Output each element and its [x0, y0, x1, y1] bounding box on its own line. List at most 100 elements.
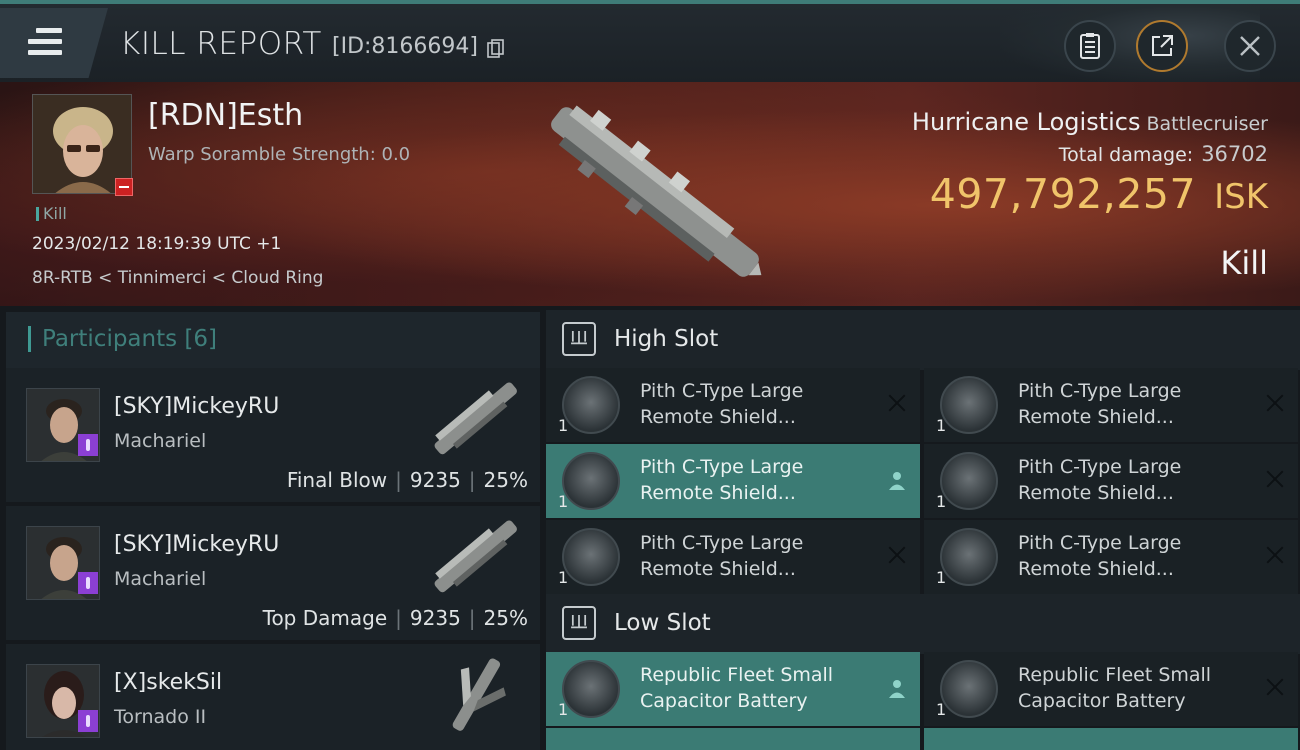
module-name-line2: Remote Shield...	[1018, 406, 1174, 428]
result-label: Kill	[1220, 244, 1268, 282]
ship-name[interactable]: Hurricane Logistics	[912, 108, 1141, 136]
stats-divider: |	[468, 468, 476, 492]
shield-module-icon	[562, 376, 620, 434]
module-name-line2: Remote Shield...	[1018, 558, 1174, 580]
low-slot-icon	[562, 606, 596, 640]
clipboard-icon	[1080, 33, 1100, 59]
participant-name[interactable]: [SKY]MickeyRU	[114, 394, 279, 419]
module-name-line2: Remote Shield...	[640, 406, 796, 428]
corp-badge[interactable]	[78, 572, 98, 594]
kill-location[interactable]: 8R-RTB < Tinnimerci < Cloud Ring	[32, 268, 323, 288]
shield-module-icon	[940, 528, 998, 586]
victim-ship-image[interactable]	[520, 92, 790, 292]
module-name-line1: Pith C-Type Large	[640, 380, 804, 402]
participant-ship: Tornado II	[114, 706, 207, 728]
top-bar: KILL REPORT [ID:8166694]	[0, 0, 1300, 84]
shield-module-icon	[562, 528, 620, 586]
capacitor-battery-icon	[940, 660, 998, 718]
participant-name[interactable]: [SKY]MickeyRU	[114, 532, 279, 557]
participant-damage: 9235	[409, 606, 461, 630]
stats-divider: |	[468, 606, 476, 630]
module-name: Pith C-Type Large Remote Shield...	[1018, 530, 1238, 582]
module-name-line1: Pith C-Type Large	[1018, 532, 1182, 554]
participant-stats: Final Blow | 9235 | 25%	[287, 468, 528, 492]
corp-badge[interactable]	[78, 434, 98, 456]
victim-banner: [RDN]Esth Warp Soramble Strength: 0.0 Ki…	[0, 82, 1300, 306]
module-item[interactable]: 1 Pith C-Type Large Remote Shield...	[924, 368, 1298, 442]
participant-ship-image[interactable]	[420, 650, 530, 740]
module-name-line1: Republic Fleet Small	[1018, 664, 1212, 686]
module-item[interactable]: 1 Pith C-Type Large Remote Shield...	[546, 368, 920, 442]
participant-ship-image[interactable]	[420, 512, 530, 602]
isk-amount: 497,792,257	[929, 170, 1197, 218]
participant-percent: 25%	[483, 606, 528, 630]
participant-ship: Machariel	[114, 430, 207, 452]
copy-icon[interactable]	[487, 39, 505, 59]
isk-unit: ISK	[1214, 177, 1268, 217]
total-damage-value: 36702	[1201, 142, 1268, 166]
high-slot-icon	[562, 322, 596, 356]
dropped-person-icon	[889, 680, 905, 698]
module-name-line2: Remote Shield...	[640, 558, 796, 580]
participant-ship: Machariel	[114, 568, 207, 590]
module-name: Pith C-Type Large Remote Shield...	[640, 530, 860, 582]
module-name-line1: Pith C-Type Large	[640, 532, 804, 554]
module-quantity: 1	[558, 416, 569, 435]
participant-percent: 25%	[483, 468, 528, 492]
module-item[interactable]: 1 Republic Fleet Small Capacitor Battery	[924, 652, 1298, 726]
kill-tag: Kill	[36, 204, 67, 223]
module-quantity: 1	[936, 568, 947, 587]
standing-badge[interactable]	[115, 178, 133, 196]
total-damage: Total damage: 36702	[1059, 142, 1268, 166]
module-name: Pith C-Type Large Remote Shield...	[1018, 378, 1238, 430]
high-slot-title: High Slot	[614, 326, 719, 352]
module-item-partial[interactable]	[546, 728, 920, 750]
clipboard-button[interactable]	[1064, 20, 1116, 72]
participant-role: Final Blow	[286, 468, 388, 492]
module-item[interactable]: 1 Pith C-Type Large Remote Shield...	[546, 444, 920, 518]
module-name-line1: Pith C-Type Large	[1018, 380, 1182, 402]
participant-damage: 9235	[409, 468, 461, 492]
low-slot-title: Low Slot	[614, 610, 711, 636]
module-item-partial[interactable]	[924, 728, 1298, 750]
close-button[interactable]	[1224, 20, 1276, 72]
participant-row[interactable]: [X]skekSil Tornado II	[6, 644, 540, 750]
isk-value: 497,792,257 ISK	[930, 170, 1268, 218]
low-slot-header: Low Slot	[546, 594, 1300, 654]
participant-ship-image[interactable]	[420, 374, 530, 464]
module-quantity: 1	[558, 700, 569, 719]
share-button[interactable]	[1136, 20, 1188, 72]
participant-row[interactable]: [SKY]MickeyRU Machariel Top Damage | 9235 |…	[6, 506, 540, 640]
module-item[interactable]: 1 Pith C-Type Large Remote Shield...	[924, 444, 1298, 518]
destroyed-x-icon	[1266, 394, 1284, 412]
destroyed-x-icon	[1266, 546, 1284, 564]
destroyed-x-icon	[1266, 678, 1284, 696]
header-planet-decoration	[1000, 4, 1260, 84]
menu-button[interactable]	[0, 8, 108, 78]
high-slot-header: High Slot	[546, 310, 1300, 370]
victim-ship: Hurricane Logistics Battlecruiser	[912, 108, 1268, 136]
participants-header[interactable]: Participants [6]	[6, 312, 540, 368]
destroyed-x-icon	[888, 546, 906, 564]
destroyed-x-icon	[1266, 470, 1284, 488]
share-icon	[1152, 35, 1173, 56]
ship-class: Battlecruiser	[1146, 113, 1268, 135]
corp-badge[interactable]	[78, 710, 98, 732]
module-name-line2: Capacitor Battery	[1018, 690, 1186, 712]
module-item[interactable]: 1 Pith C-Type Large Remote Shield...	[546, 520, 920, 594]
module-item[interactable]: 1 Pith C-Type Large Remote Shield...	[924, 520, 1298, 594]
kill-id: [ID:8166694]	[332, 34, 478, 59]
module-name-line1: Republic Fleet Small	[640, 664, 834, 686]
page-title: KILL REPORT	[120, 26, 322, 62]
kill-datetime: 2023/02/12 18:19:39 UTC +1	[32, 234, 282, 254]
participant-row[interactable]: [SKY]MickeyRU Machariel Final Blow | 9235 |…	[6, 368, 540, 502]
module-name: Pith C-Type Large Remote Shield...	[1018, 454, 1238, 506]
participant-name[interactable]: [X]skekSil	[114, 670, 222, 695]
close-icon	[1240, 36, 1260, 56]
module-quantity: 1	[558, 492, 569, 511]
dropped-person-icon	[889, 472, 905, 490]
module-name-line1: Pith C-Type Large	[1018, 456, 1182, 478]
module-item[interactable]: 1 Republic Fleet Small Capacitor Battery	[546, 652, 920, 726]
module-name-line2: Capacitor Battery	[640, 690, 808, 712]
victim-name[interactable]: [RDN]Esth	[148, 98, 303, 133]
